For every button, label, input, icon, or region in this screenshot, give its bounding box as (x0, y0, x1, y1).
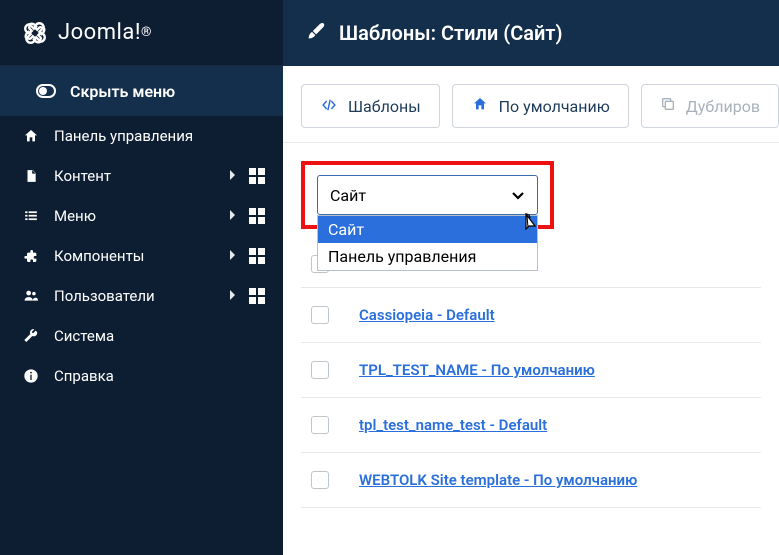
style-link[interactable]: Cassiopeia - Default (359, 306, 495, 324)
table-row: TPL_TEST_NAME - По умолчанию (301, 343, 761, 398)
home-icon (471, 96, 489, 116)
titlebar: Шаблоны: Стили (Сайт) (283, 0, 779, 66)
style-link[interactable]: tpl_test_name_test - Default (359, 416, 547, 434)
table-row: WEBTOLK Site template - По умолчанию (301, 453, 761, 508)
chevron-right-icon (229, 207, 239, 225)
option-site[interactable]: Сайт (318, 216, 537, 243)
logo[interactable]: Joomla!® (0, 0, 283, 66)
row-checkbox[interactable] (311, 416, 329, 434)
page-title: Шаблоны: Стили (Сайт) (339, 21, 562, 45)
info-icon (22, 368, 40, 384)
main: Шаблоны: Стили (Сайт) Шаблоны По умолчан… (283, 0, 779, 555)
sidebar: Joomla!® Скрыть меню Панель управления К… (0, 0, 283, 555)
users-icon (22, 289, 40, 303)
file-icon (22, 168, 40, 184)
table-row: Cassiopeia - Default (301, 288, 761, 343)
dashboard-icon[interactable] (249, 168, 267, 184)
toggle-label: Скрыть меню (70, 82, 175, 101)
chevron-right-icon (229, 247, 239, 265)
table-row: tpl_test_name_test - Default (301, 398, 761, 453)
toggle-icon (36, 84, 56, 98)
styles-table: Стиль ▲▼ Cassiopeia - Default TPL_TEST_N… (301, 241, 761, 508)
duplicate-button[interactable]: Дублиров (641, 84, 779, 128)
style-link[interactable]: TPL_TEST_NAME - По умолчанию (359, 361, 595, 379)
sidebar-item-menus[interactable]: Меню (0, 196, 283, 236)
dashboard-icon[interactable] (249, 208, 267, 224)
sidebar-item-help[interactable]: Справка (0, 356, 283, 396)
row-checkbox[interactable] (311, 471, 329, 489)
option-admin[interactable]: Панель управления (318, 243, 537, 270)
select-head[interactable]: Сайт (317, 175, 538, 215)
templates-button[interactable]: Шаблоны (301, 84, 440, 128)
brush-icon (307, 21, 327, 45)
list-icon (22, 209, 40, 223)
code-icon (320, 97, 338, 116)
wrench-icon (22, 328, 40, 344)
sidebar-item-content[interactable]: Контент (0, 156, 283, 196)
home-icon (22, 128, 40, 144)
joomla-icon (22, 20, 48, 46)
style-link[interactable]: WEBTOLK Site template - По умолчанию (359, 471, 637, 489)
sidebar-item-components[interactable]: Компоненты (0, 236, 283, 276)
row-checkbox[interactable] (311, 306, 329, 324)
dropdown: Сайт Панель управления (317, 215, 538, 271)
dashboard-icon[interactable] (249, 288, 267, 304)
sidebar-item-users[interactable]: Пользователи (0, 276, 283, 316)
copy-icon (660, 96, 676, 116)
client-filter[interactable]: Сайт Сайт Панель управления (317, 175, 538, 215)
toggle-menu[interactable]: Скрыть меню (0, 66, 283, 116)
filter-highlight: Сайт Сайт Панель управления (301, 161, 554, 229)
chevron-right-icon (229, 287, 239, 305)
sidebar-item-dashboard[interactable]: Панель управления (0, 116, 283, 156)
dashboard-icon[interactable] (249, 248, 267, 264)
default-button[interactable]: По умолчанию (452, 84, 629, 128)
toolbar: Шаблоны По умолчанию Дублиров (283, 66, 779, 143)
puzzle-icon (22, 248, 40, 264)
row-checkbox[interactable] (311, 361, 329, 379)
chevron-right-icon (229, 167, 239, 185)
logo-text: Joomla! (58, 20, 141, 45)
chevron-down-icon (511, 186, 525, 205)
sidebar-item-system[interactable]: Система (0, 316, 283, 356)
